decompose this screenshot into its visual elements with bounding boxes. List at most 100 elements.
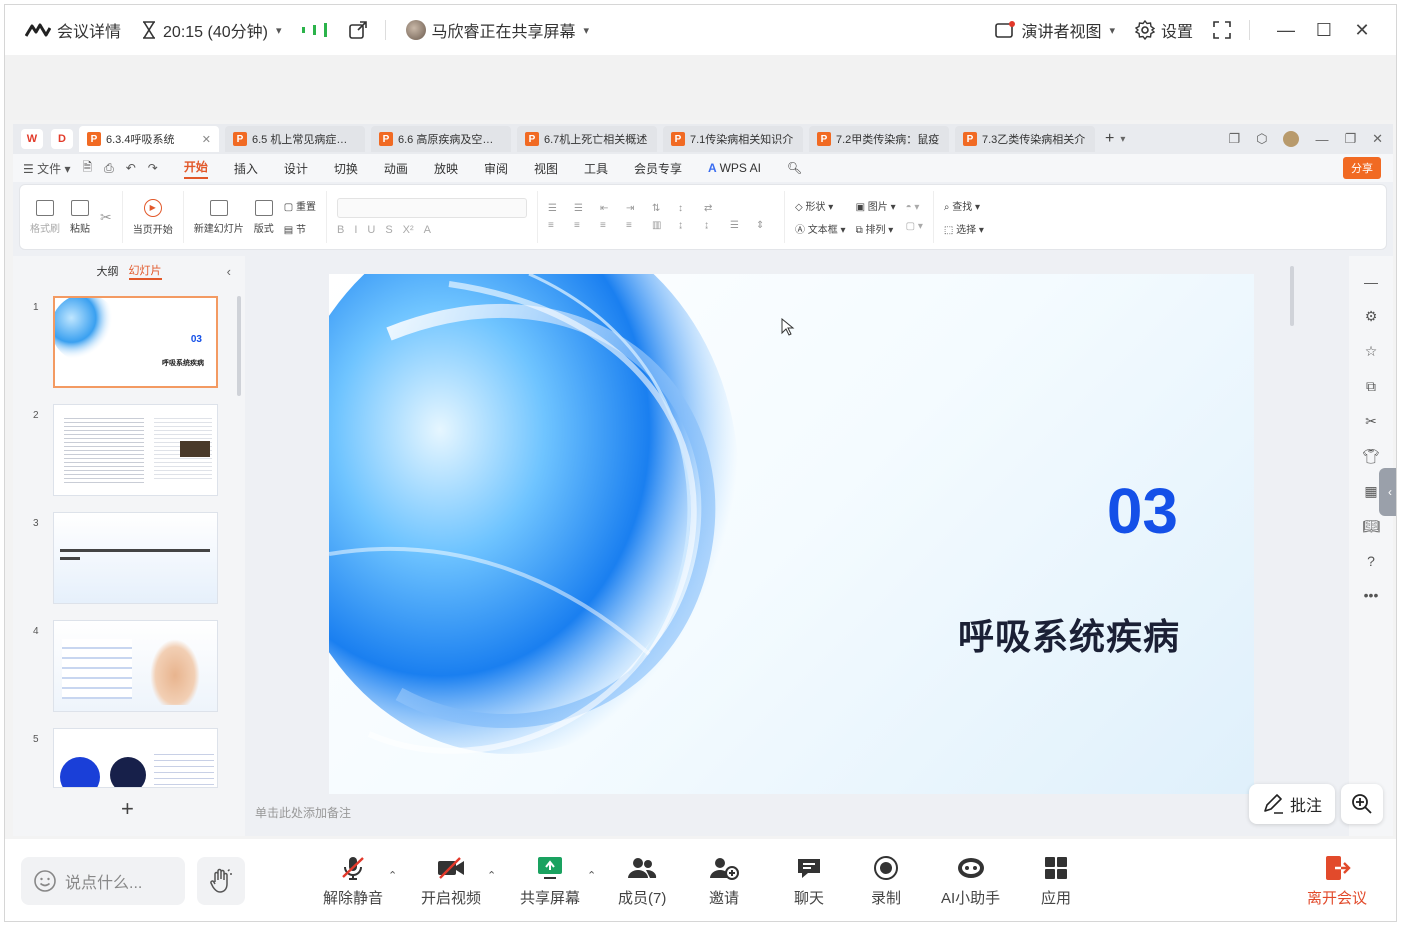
align-left-icon[interactable]: ≡: [548, 220, 566, 231]
arrange-button[interactable]: ⧉ 排列 ▾: [856, 221, 896, 236]
add-slide-icon[interactable]: +: [121, 796, 134, 822]
slide-thumbnail[interactable]: [53, 404, 218, 496]
chart-icon[interactable]: ▦: [1364, 483, 1377, 500]
doc-tab[interactable]: P 6.5 机上常见病症及处: [225, 126, 365, 152]
doc-tab[interactable]: P 7.1传染病相关知识介: [663, 126, 803, 152]
panel-scrollbar[interactable]: [237, 296, 241, 396]
cube-icon[interactable]: ⬡: [1256, 131, 1267, 147]
close-icon[interactable]: ✕: [1344, 20, 1380, 41]
section-button[interactable]: ▤ 节: [284, 221, 316, 236]
record-button[interactable]: 录制: [871, 839, 901, 921]
start-video-button[interactable]: 开启视频: [421, 839, 481, 921]
slide-thumbnail[interactable]: [53, 512, 218, 604]
undo-icon[interactable]: ↶: [126, 161, 136, 175]
unmute-button[interactable]: 解除静音: [323, 839, 383, 921]
new-tab-icon[interactable]: +: [1105, 130, 1114, 148]
chevron-down-icon[interactable]: ▾: [1120, 134, 1125, 145]
justify-icon[interactable]: ≡: [626, 220, 644, 231]
menu-tab-review[interactable]: 审阅: [484, 160, 508, 177]
paste-button[interactable]: 粘贴: [70, 199, 90, 235]
bold-icon[interactable]: B: [337, 224, 344, 236]
fullscreen-icon[interactable]: [1213, 21, 1231, 39]
select-button[interactable]: ⬚ 选择 ▾: [944, 221, 984, 236]
close-icon[interactable]: ✕: [1372, 131, 1383, 147]
strikethrough-icon[interactable]: S: [385, 224, 392, 236]
apps-button[interactable]: 应用: [1041, 839, 1071, 921]
menu-tab-view[interactable]: 视图: [534, 160, 558, 177]
slide-thumbnail[interactable]: 03 呼吸系统疾病: [53, 296, 218, 388]
outline-icon[interactable]: ▢ ▾: [906, 221, 923, 232]
maximize-icon[interactable]: ☐: [1306, 20, 1342, 41]
line-spacing-icon[interactable]: ↨: [678, 220, 696, 231]
chat-button[interactable]: 聊天: [794, 839, 824, 921]
sort-icon[interactable]: ↕: [678, 203, 696, 214]
list-icon[interactable]: ☰: [730, 220, 748, 231]
indent-icon[interactable]: ⇤: [600, 203, 618, 214]
find-button[interactable]: ⌕ 查找 ▾: [944, 198, 984, 213]
close-icon[interactable]: ✕: [202, 133, 211, 146]
align-center-icon[interactable]: ≡: [574, 220, 592, 231]
notes-placeholder[interactable]: 单击此处添加备注: [255, 804, 351, 821]
properties-icon[interactable]: ⚙︎: [1365, 308, 1378, 325]
chat-input[interactable]: 说点什么...: [21, 857, 185, 905]
sharing-status[interactable]: 马欣睿正在共享屏幕 ▾: [405, 18, 589, 42]
textbox-button[interactable]: Ⓐ 文本框 ▾: [795, 221, 846, 236]
doc-tab[interactable]: P 7.3乙类传染病相关介: [955, 126, 1095, 152]
underline-icon[interactable]: U: [367, 224, 375, 236]
minimize-icon[interactable]: —: [1315, 132, 1328, 147]
meeting-timer[interactable]: 20:15 (40分钟) ▾: [141, 18, 282, 42]
chevron-left-icon[interactable]: ‹: [1379, 468, 1396, 516]
share-screen-button[interactable]: 共享屏幕: [520, 839, 580, 921]
minimize-icon[interactable]: —: [1268, 20, 1304, 41]
menu-tab-slideshow[interactable]: 放映: [434, 160, 458, 177]
zoom-in-button[interactable]: [1341, 784, 1383, 824]
play-from-current-button[interactable]: ▶ 当页开始: [133, 198, 173, 236]
wps-logo-icon[interactable]: W: [21, 129, 43, 149]
font-family-select[interactable]: [336, 198, 527, 218]
slide-thumbnail[interactable]: [53, 620, 218, 712]
format-painter-button[interactable]: 格式刷: [30, 199, 60, 235]
layout-button[interactable]: 版式: [254, 199, 274, 235]
leave-meeting-button[interactable]: 离开会议: [1307, 839, 1367, 921]
menu-tab-tools[interactable]: 工具: [584, 160, 608, 177]
slide-thumbnail[interactable]: [53, 728, 218, 788]
print-icon[interactable]: ⎙: [104, 161, 114, 176]
fill-icon[interactable]: ◓ ▾: [906, 202, 923, 213]
star-icon[interactable]: ☆: [1365, 343, 1378, 360]
wps-ai-button[interactable]: A WPS AI: [708, 161, 761, 175]
chevron-up-icon[interactable]: ⌃: [487, 869, 496, 882]
tools-icon[interactable]: ✂: [1365, 413, 1377, 430]
chevron-left-icon[interactable]: ‹: [227, 264, 231, 279]
save-icon[interactable]: 🗎: [82, 158, 92, 179]
presenter-view-button[interactable]: 演讲者视图 ▾: [995, 18, 1115, 42]
outdent-icon[interactable]: ⇥: [626, 203, 644, 214]
italic-icon[interactable]: I: [354, 224, 357, 236]
current-slide[interactable]: 03 呼吸系统疾病: [329, 274, 1254, 794]
text-direction-icon[interactable]: ⇅: [652, 203, 670, 214]
new-slide-button[interactable]: 新建幻灯片: [194, 199, 244, 235]
network-signal-icon[interactable]: [301, 23, 329, 37]
superscript-icon[interactable]: X²: [403, 224, 414, 236]
cut-button[interactable]: ✂: [100, 209, 112, 226]
user-avatar[interactable]: [1283, 131, 1300, 147]
ai-assistant-button[interactable]: AI小助手: [941, 839, 1000, 921]
menu-tab-animation[interactable]: 动画: [384, 160, 408, 177]
restore-icon[interactable]: ❐: [1344, 131, 1356, 147]
share-button[interactable]: 分享: [1343, 157, 1381, 179]
settings-button[interactable]: 设置: [1134, 18, 1193, 42]
slides-tab[interactable]: 幻灯片: [128, 262, 162, 280]
picture-button[interactable]: ▣ 图片 ▾: [856, 198, 896, 213]
bullets-icon[interactable]: ☰: [548, 203, 566, 214]
raise-hand-button[interactable]: [197, 857, 245, 905]
doc-tab[interactable]: P 7.2甲类传染病：鼠疫: [809, 126, 949, 152]
doc-tab[interactable]: P 6.6 高原疾病及空勤人: [371, 126, 511, 152]
docer-icon[interactable]: D: [51, 129, 73, 149]
shape-button[interactable]: ◇ 形状 ▾: [795, 198, 846, 213]
annotate-button[interactable]: 批注: [1249, 784, 1335, 824]
reset-button[interactable]: ▢ 重置: [284, 198, 316, 213]
meeting-details-button[interactable]: 会议详情: [25, 18, 121, 42]
chevron-up-icon[interactable]: ⌃: [587, 869, 596, 882]
help-icon[interactable]: ?: [1367, 553, 1375, 569]
members-button[interactable]: 成员(7): [618, 839, 666, 921]
popout-icon[interactable]: [348, 21, 367, 39]
